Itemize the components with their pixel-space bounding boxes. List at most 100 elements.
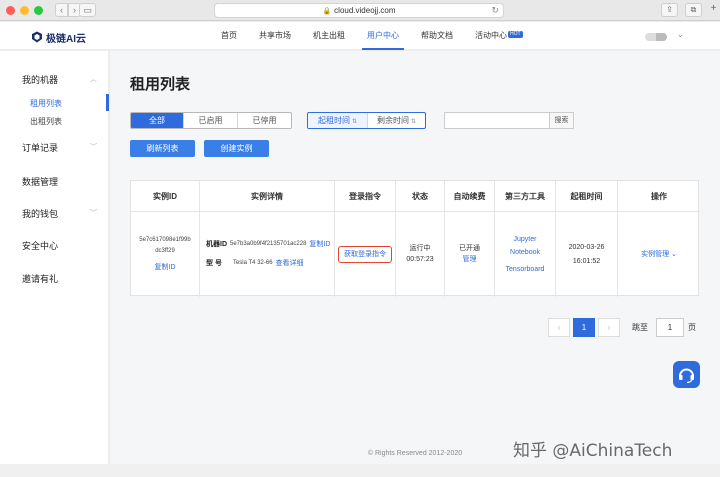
sidebar-item-orders[interactable]: 订单记录: [22, 141, 58, 154]
instance-id-line2: dc3ff29: [155, 248, 175, 254]
col-tools: 第三方工具 Jupyter Notebook Tensorboard: [495, 181, 556, 297]
status-text: 运行中: [409, 245, 431, 252]
user-avatar[interactable]: [645, 33, 667, 41]
sidebar-item-invite[interactable]: 邀请有礼: [22, 272, 58, 285]
current-page[interactable]: 1: [573, 318, 595, 337]
col-instance-detail: 实例详情 机器ID 5e7b3a0b9f4f2135701ac228 复制ID …: [200, 181, 335, 297]
back-button[interactable]: ‹: [55, 3, 68, 17]
instance-id-line1: 5e7c617098e1f99b: [139, 237, 191, 243]
th-auto-renew: 自动续费: [445, 181, 494, 212]
actions-cell: 实例管理 ⌄: [618, 212, 700, 296]
auto-renew-cell: 已开通 管理: [445, 212, 494, 296]
window-bottom-edge: [0, 464, 720, 477]
table-row: 5e7c617098e1f99b dc3ff29 复制ID: [131, 212, 199, 296]
nav-user-center[interactable]: 用户中心: [356, 22, 410, 50]
nav-events[interactable]: 活动中心 HOT: [464, 22, 534, 50]
th-instance-id: 实例ID: [131, 181, 199, 212]
th-start-time: 起租时间: [556, 181, 617, 212]
sidebar-item-data[interactable]: 数据管理: [22, 175, 58, 188]
active-indicator: [106, 94, 109, 111]
page-title: 租用列表: [130, 76, 191, 93]
filter-enabled[interactable]: 已启用: [184, 113, 238, 128]
copy-instance-id-link[interactable]: 复制ID: [155, 262, 176, 273]
new-tab-icon[interactable]: +: [707, 3, 720, 17]
sidebar-item-my-machines[interactable]: 我的机器: [22, 73, 58, 86]
auto-renew-manage-link[interactable]: 管理: [463, 254, 477, 265]
chevron-up-icon[interactable]: ︿: [90, 74, 97, 84]
model-label: 型 号: [206, 260, 222, 267]
browser-toolbar: ‹ › ▭ 🔒 cloud.videojj.com ↻ ⇪ ⧉ +: [0, 0, 720, 21]
next-page-button[interactable]: ›: [598, 318, 620, 337]
machine-id-row: 机器ID 5e7b3a0b9f4f2135701ac228 复制ID: [200, 239, 334, 250]
get-login-command-button[interactable]: 获取登录指令: [338, 245, 392, 263]
create-instance-button[interactable]: 创建实例: [204, 140, 269, 157]
close-window-button[interactable]: [6, 6, 15, 15]
prev-page-button[interactable]: ‹: [548, 318, 570, 337]
sidebar-item-lend-list[interactable]: 出租列表: [30, 116, 62, 127]
copy-machine-id-link[interactable]: 复制ID: [309, 239, 330, 250]
zoom-window-button[interactable]: [34, 6, 43, 15]
chevron-down-icon[interactable]: ﹀: [90, 142, 97, 152]
chevron-down-icon[interactable]: ⌄: [677, 30, 684, 39]
chevron-down-icon[interactable]: ﹀: [90, 208, 97, 218]
th-instance-detail: 实例详情: [200, 181, 334, 212]
filter-all[interactable]: 全部: [131, 113, 184, 128]
customer-support-button[interactable]: [673, 361, 700, 388]
instance-detail-cell: 机器ID 5e7b3a0b9f4f2135701ac228 复制ID 型 号 T…: [200, 212, 334, 296]
col-auto-renew: 自动续费 已开通 管理: [445, 181, 495, 297]
minimize-window-button[interactable]: [20, 6, 29, 15]
login-cmd-cell: 获取登录指令: [335, 212, 395, 296]
elapsed-time: 00:57:23: [406, 256, 434, 263]
top-nav: 首页 共享市场 机主出租 用户中心 帮助文档 活动中心 HOT: [210, 22, 534, 50]
sort-start-time[interactable]: 起租时间 ⇅: [308, 113, 368, 128]
lock-icon: 🔒: [322, 8, 332, 15]
view-detail-link[interactable]: 查看详细: [276, 258, 304, 269]
sidebar-item-security[interactable]: 安全中心: [22, 239, 58, 252]
nav-docs[interactable]: 帮助文档: [410, 22, 464, 50]
filter-disabled[interactable]: 已停用: [238, 113, 291, 128]
page-label: 页: [688, 323, 696, 332]
share-icon[interactable]: ⇪: [661, 3, 678, 17]
logo-text: 极链AI云: [46, 33, 86, 45]
search-button[interactable]: 搜索: [550, 112, 574, 129]
sort-start-time-label: 起租时间: [317, 116, 350, 125]
jump-to-label: 跳至: [632, 323, 648, 332]
reload-icon[interactable]: ↻: [491, 4, 499, 17]
model-row: 型 号 Tesla T4 32-66 查看详细: [200, 258, 334, 269]
sidebar-item-wallet[interactable]: 我的钱包: [22, 207, 58, 220]
tabs-overview-icon[interactable]: ⧉: [685, 3, 702, 17]
notebook-link[interactable]: Notebook: [510, 247, 540, 258]
start-time-cell: 2020-03-26 16:01:52: [556, 212, 617, 296]
instance-manage-label: 实例管理: [641, 250, 670, 258]
col-actions: 操作 实例管理 ⌄: [618, 181, 700, 297]
jump-page-input[interactable]: 1: [656, 318, 684, 337]
tensorboard-link[interactable]: Tensorboard: [506, 264, 545, 275]
hot-badge: HOT: [508, 31, 523, 38]
sidebar-toggle-icon[interactable]: ▭: [79, 3, 96, 17]
chevron-down-icon: ⌄: [671, 250, 677, 258]
nav-home[interactable]: 首页: [210, 22, 248, 50]
refresh-list-button[interactable]: 刷新列表: [130, 140, 195, 157]
headset-icon: [679, 368, 694, 384]
status-cell: 运行中 00:57:23: [396, 212, 444, 296]
nav-events-label: 活动中心: [475, 31, 507, 40]
jupyter-link[interactable]: Jupyter: [514, 234, 537, 245]
sort-remaining-label: 剩余时间: [376, 116, 409, 125]
instance-manage-dropdown[interactable]: 实例管理 ⌄: [641, 249, 677, 260]
nav-market[interactable]: 共享市场: [248, 22, 302, 50]
auto-renew-status: 已开通: [459, 245, 480, 252]
machine-id-label: 机器ID: [206, 241, 227, 248]
th-actions: 操作: [618, 181, 700, 212]
sidebar-item-rental-list[interactable]: 租用列表: [30, 98, 62, 109]
sort-remaining-time[interactable]: 剩余时间 ⇅: [368, 113, 425, 128]
search-input[interactable]: [444, 112, 550, 129]
col-instance-id: 实例ID 5e7c617098e1f99b dc3ff29 复制ID: [131, 181, 200, 297]
sidebar: 我的机器 ︿ 租用列表 出租列表 订单记录 ﹀ 数据管理 我的钱包 ﹀ 安全中心…: [0, 51, 109, 464]
main-content: 租用列表 全部 已启用 已停用 起租时间 ⇅ 剩余时间 ⇅ 搜索 刷新列表 创建实例…: [110, 51, 720, 464]
th-login-cmd: 登录指令: [335, 181, 395, 212]
address-bar[interactable]: 🔒 cloud.videojj.com ↻: [214, 3, 504, 18]
rental-table: 实例ID 5e7c617098e1f99b dc3ff29 复制ID 实例详情 …: [130, 180, 700, 297]
nav-rent-out[interactable]: 机主出租: [302, 22, 356, 50]
sort-icon: ⇅: [410, 119, 417, 125]
site-logo[interactable]: 极链AI云: [31, 30, 86, 45]
